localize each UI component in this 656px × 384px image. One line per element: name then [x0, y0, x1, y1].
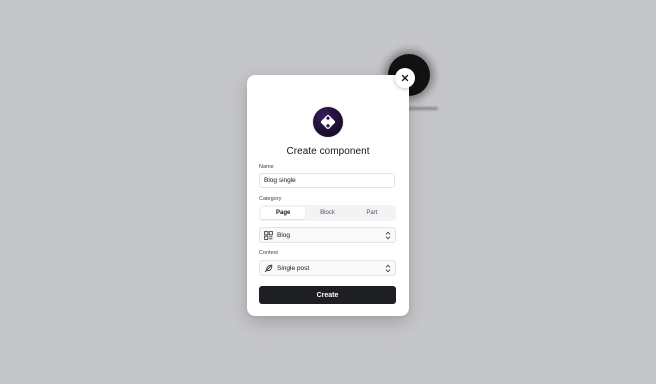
- create-component-dialog: Create component Name Blog single Catego…: [247, 75, 409, 316]
- name-input-value: Blog single: [264, 177, 296, 184]
- backdrop: Create component Name Blog single Catego…: [0, 0, 656, 384]
- grid-layout-icon: [264, 230, 273, 240]
- context-label: Context: [259, 250, 278, 256]
- diamond-grid-logo-icon: [321, 115, 335, 129]
- name-input[interactable]: Blog single: [259, 173, 395, 188]
- close-icon: [401, 74, 409, 82]
- category-segmented-control: Page Block Part: [259, 205, 396, 221]
- type-select-value: Blog: [277, 231, 291, 239]
- category-label: Category: [259, 196, 282, 202]
- dialog-title: Create component: [286, 146, 370, 157]
- close-button[interactable]: [395, 68, 415, 88]
- category-tab-page[interactable]: Page: [261, 207, 306, 219]
- context-select-value: Single post: [277, 264, 310, 272]
- name-label: Name: [259, 164, 274, 170]
- type-select[interactable]: Blog: [259, 227, 396, 243]
- feather-icon: [264, 264, 273, 273]
- context-select[interactable]: Single post: [259, 260, 396, 276]
- category-tab-block[interactable]: Block: [305, 207, 349, 219]
- category-tab-part[interactable]: Part: [350, 207, 394, 219]
- create-button[interactable]: Create: [259, 286, 396, 304]
- chevron-up-down-icon: [385, 264, 391, 273]
- app-logo: [313, 107, 343, 137]
- chevron-up-down-icon: [385, 231, 391, 240]
